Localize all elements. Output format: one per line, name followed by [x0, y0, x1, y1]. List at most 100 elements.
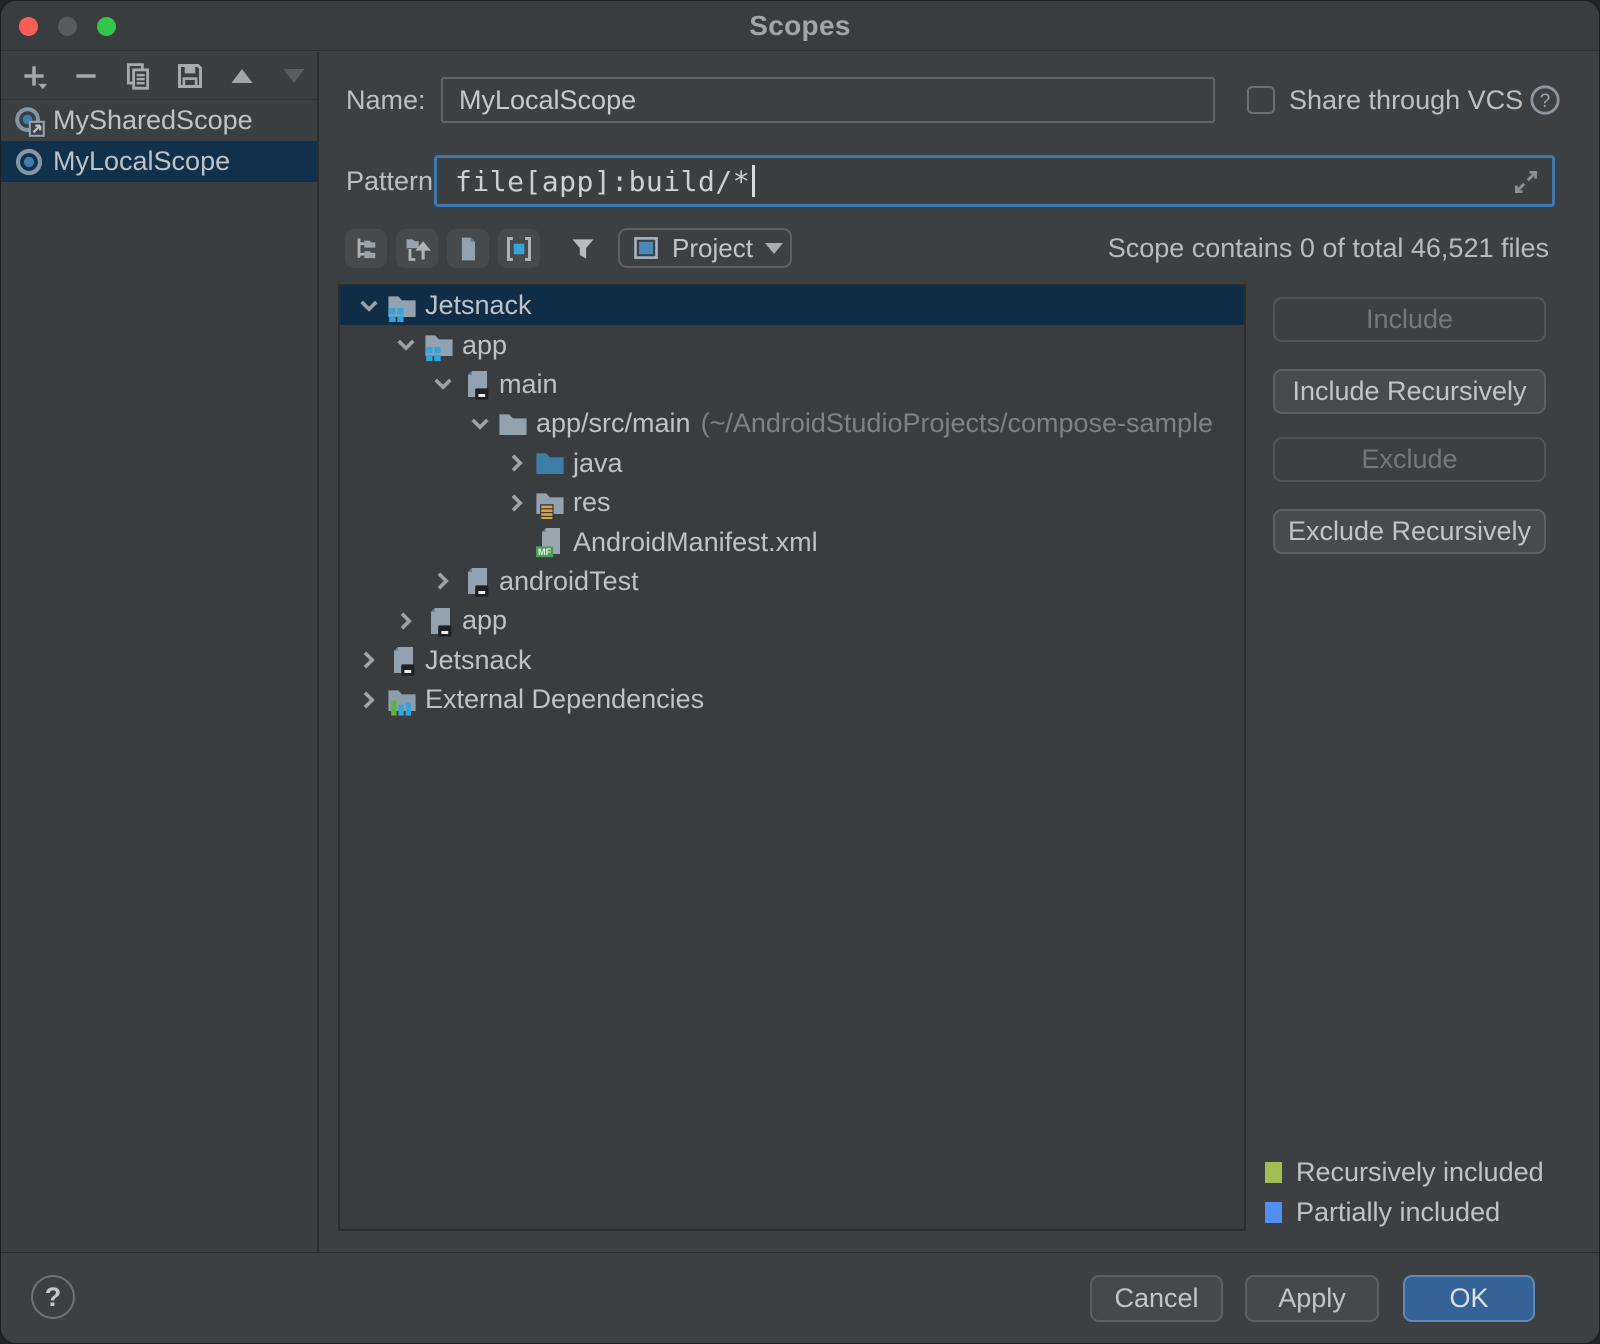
include-recursively-button[interactable]: Include Recursively — [1273, 369, 1546, 414]
pattern-input[interactable]: file[app]:build/* — [434, 155, 1555, 207]
include-button[interactable]: Include — [1273, 297, 1546, 342]
scope-list-item-mylocalscope[interactable]: MyLocalScope — [1, 141, 317, 182]
tree-item-label: Jetsnack — [425, 290, 532, 321]
vcs-help-icon[interactable]: ? — [1529, 84, 1561, 116]
tree-item-label: androidTest — [499, 566, 639, 597]
module-icon — [460, 565, 492, 597]
tree-item-jetsnack[interactable]: Jetsnack — [340, 286, 1244, 325]
library-icon — [386, 684, 418, 716]
tree-item-label: app — [462, 605, 507, 636]
chevron-right-icon[interactable] — [354, 685, 384, 715]
pattern-value: file[app]:build/* — [455, 165, 750, 198]
chevron-right-icon[interactable] — [354, 645, 384, 675]
tree-item-app-src-main[interactable]: app/src/main (~/AndroidStudioProjects/com… — [340, 404, 1244, 443]
cancel-button[interactable]: Cancel — [1090, 1275, 1223, 1322]
scopes-dialog: Scopes MySharedScope MyLocalScope Name: S… — [0, 0, 1600, 1344]
dialog-footer: ? Cancel Apply OK — [1, 1252, 1599, 1344]
show-hierarchy-toggle[interactable] — [345, 229, 387, 268]
apply-button[interactable]: Apply — [1245, 1275, 1379, 1322]
legend-label: Partially included — [1296, 1197, 1500, 1228]
chevron-down-icon[interactable] — [391, 330, 421, 360]
tree-item-label: app — [462, 330, 507, 361]
copy-scope-button[interactable] — [117, 57, 159, 95]
tree-item-label: AndroidManifest.xml — [573, 527, 818, 558]
scopes-toolbar — [1, 52, 317, 100]
expand-field-icon[interactable] — [1512, 168, 1540, 196]
window-title: Scopes — [749, 10, 850, 42]
filter-icon[interactable] — [563, 229, 603, 268]
scope-shared-icon — [13, 105, 45, 137]
add-scope-button[interactable] — [13, 57, 55, 95]
tree-item-external-dependencies[interactable]: External Dependencies — [340, 680, 1244, 719]
zoom-window-button[interactable] — [97, 17, 116, 36]
tree-item-jetsnack[interactable]: Jetsnack — [340, 641, 1244, 680]
title-bar: Scopes — [1, 1, 1599, 51]
tree-item-label: main — [499, 369, 558, 400]
chevron-right-icon[interactable] — [502, 488, 532, 518]
folder-blue-icon — [534, 447, 566, 479]
move-up-button[interactable] — [221, 57, 263, 95]
legend-item-partially-included: Partially included — [1265, 1192, 1544, 1232]
tree-item-location: (~/AndroidStudioProjects/compose-sample — [701, 408, 1214, 439]
scope-list: MySharedScope MyLocalScope — [1, 100, 317, 182]
chevron-down-icon[interactable] — [428, 369, 458, 399]
module-icon — [460, 368, 492, 400]
share-through-vcs-checkbox[interactable] — [1247, 86, 1275, 114]
tree-item-java[interactable]: java — [340, 444, 1244, 483]
svg-text:MF: MF — [538, 547, 552, 557]
scope-name: MySharedScope — [53, 105, 253, 136]
minimize-window-button[interactable] — [58, 17, 77, 36]
tree-item-label: Jetsnack — [425, 645, 532, 676]
tree-item-main[interactable]: main — [340, 365, 1244, 404]
remove-scope-button[interactable] — [65, 57, 107, 95]
module-icon — [423, 605, 455, 637]
svg-text:?: ? — [1540, 91, 1551, 112]
legend-swatch — [1265, 1202, 1282, 1223]
chevron-down-icon[interactable] — [465, 409, 495, 439]
legend-item-recursively-included: Recursively included — [1265, 1152, 1544, 1192]
tree-item-androidtest[interactable]: androidTest — [340, 562, 1244, 601]
legend: Recursively included Partially included — [1265, 1152, 1544, 1232]
view-selector-dropdown[interactable]: Project — [618, 228, 792, 268]
close-window-button[interactable] — [19, 17, 38, 36]
show-files-toggle[interactable] — [447, 229, 489, 268]
legend-swatch — [1265, 1162, 1282, 1183]
help-button[interactable]: ? — [31, 1275, 75, 1319]
scope-local-icon — [13, 146, 45, 178]
name-label: Name: — [346, 85, 426, 116]
tree-item-androidmanifest-xml[interactable]: MF AndroidManifest.xml — [340, 522, 1244, 561]
chevron-right-icon[interactable] — [391, 606, 421, 636]
tree-item-label: java — [573, 448, 623, 479]
tree-item-app[interactable]: app — [340, 601, 1244, 640]
tree-toolbar: Project Scope contains 0 of total 46,521… — [321, 228, 1599, 268]
project-view-icon — [632, 234, 660, 262]
name-input[interactable] — [441, 77, 1215, 123]
scope-status-text: Scope contains 0 of total 46,521 files — [1108, 228, 1549, 268]
scope-name: MyLocalScope — [53, 146, 230, 177]
show-included-toggle[interactable] — [498, 229, 540, 268]
module-folder-icon — [386, 290, 418, 322]
scope-list-item-mysharedscope[interactable]: MySharedScope — [1, 100, 317, 141]
window-controls — [19, 1, 116, 51]
save-scope-button[interactable] — [169, 57, 211, 95]
manifest-file-icon: MF — [534, 526, 566, 558]
chevron-down-icon — [765, 243, 783, 254]
chevron-down-icon[interactable] — [354, 291, 384, 321]
tree-item-res[interactable]: res — [340, 483, 1244, 522]
text-caret — [752, 165, 755, 197]
compact-packages-toggle[interactable] — [396, 229, 438, 268]
scope-editor: Name: Share through VCS ? Pattern: file[… — [321, 52, 1599, 1252]
exclude-recursively-button[interactable]: Exclude Recursively — [1273, 509, 1546, 554]
move-down-button[interactable] — [273, 57, 315, 95]
tree-item-label: res — [573, 487, 611, 518]
exclude-button[interactable]: Exclude — [1273, 437, 1546, 482]
ok-button[interactable]: OK — [1403, 1275, 1535, 1322]
chevron-right-icon[interactable] — [428, 566, 458, 596]
tree-item-app[interactable]: app — [340, 325, 1244, 364]
module-folder-icon — [423, 329, 455, 361]
tree-item-label: app/src/main — [536, 408, 691, 439]
pattern-label: Pattern: — [346, 166, 441, 197]
folder-res-icon — [534, 487, 566, 519]
chevron-right-icon[interactable] — [502, 448, 532, 478]
legend-label: Recursively included — [1296, 1157, 1544, 1188]
